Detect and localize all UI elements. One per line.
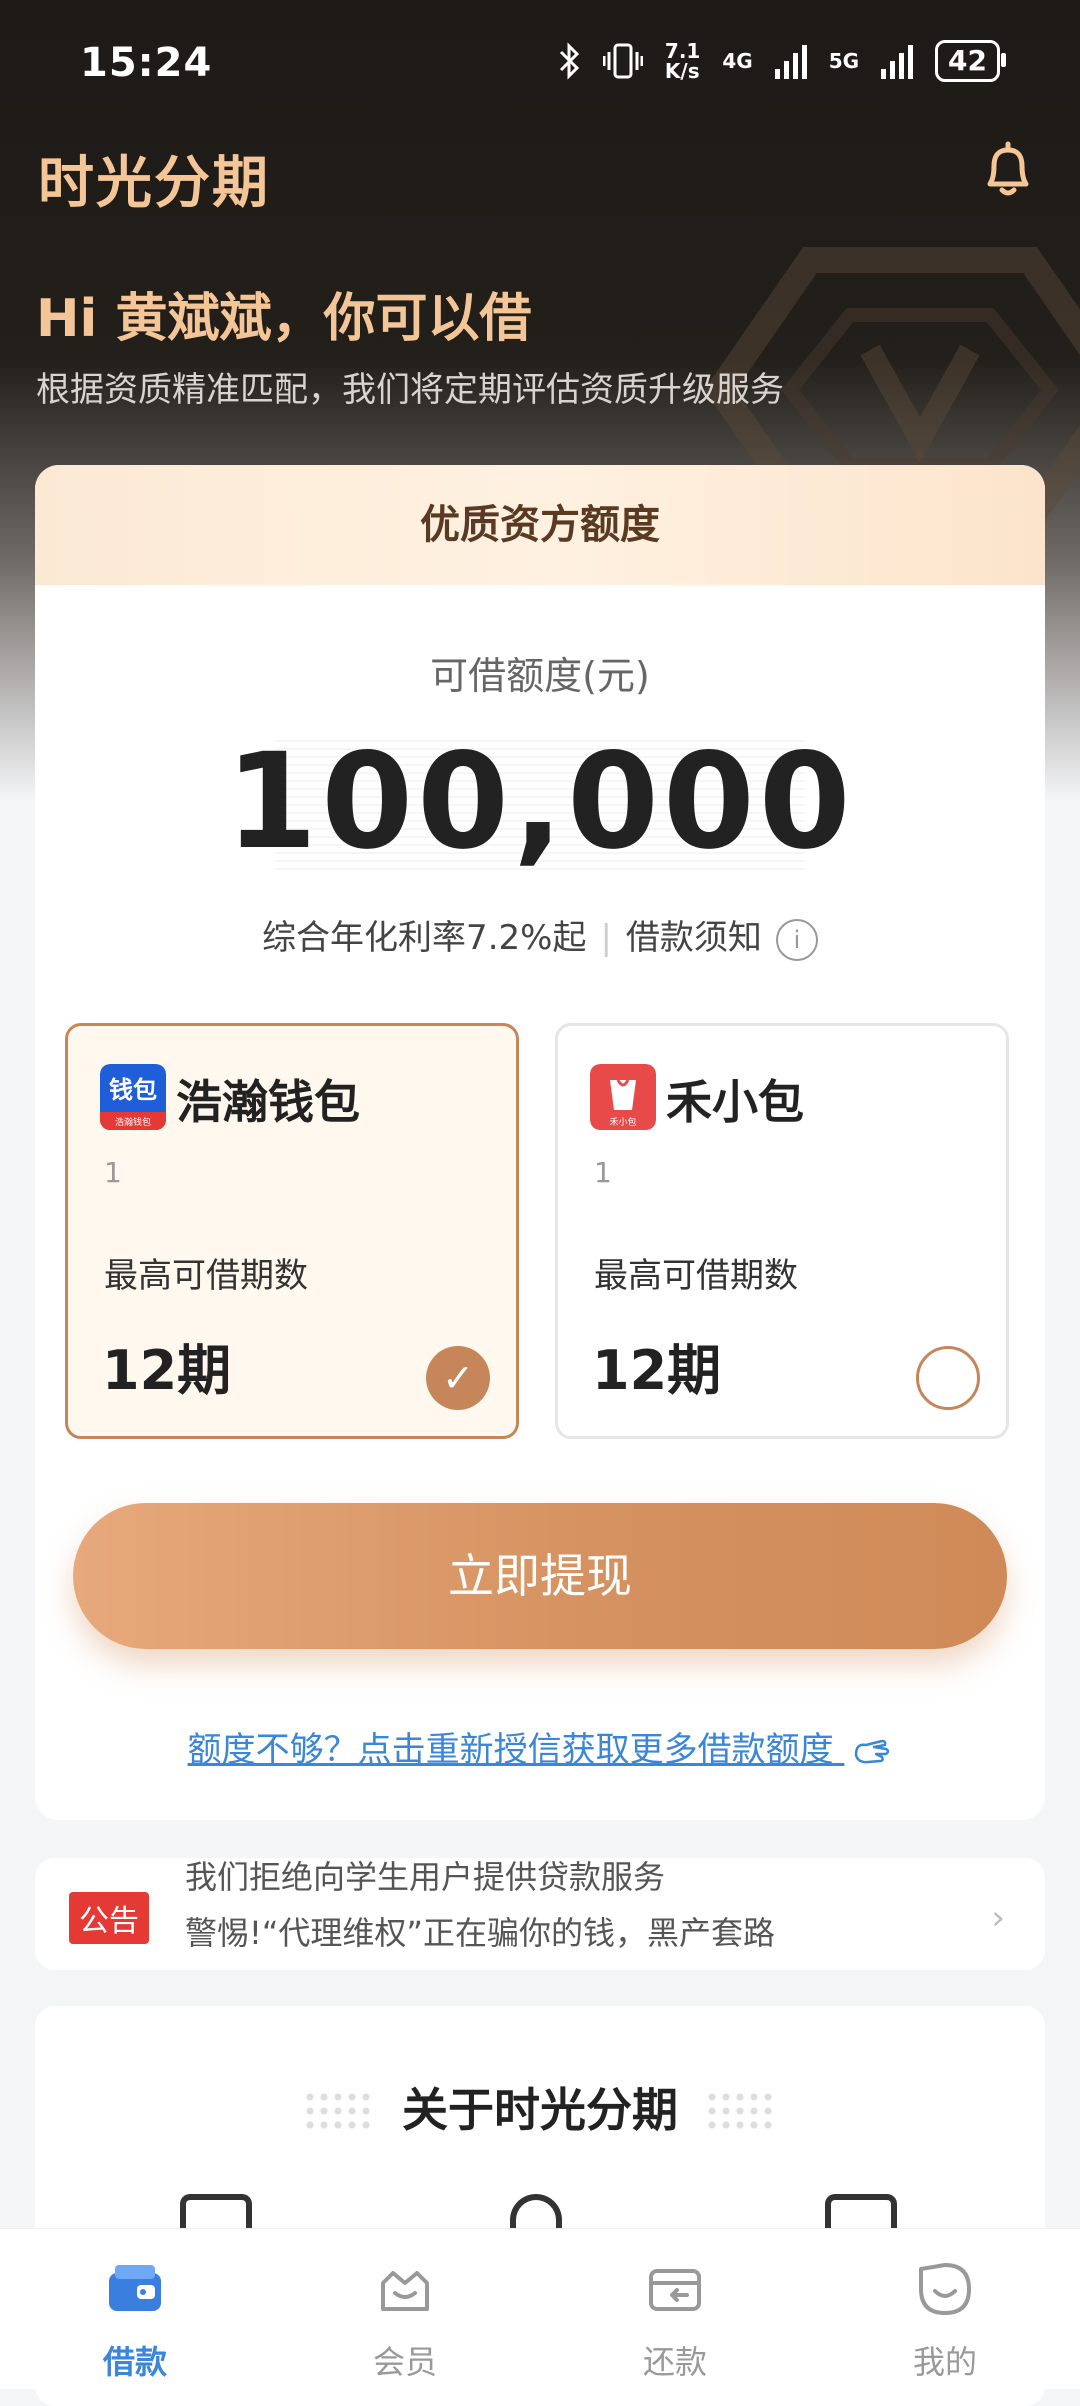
tab-repay[interactable]: 还款 xyxy=(540,2229,810,2389)
announcement-line-1: 我们拒绝向学生用户提供贷款服务 xyxy=(185,1858,666,1896)
bell-icon[interactable] xyxy=(980,140,1036,200)
lender-name: 禾小包 xyxy=(666,1075,804,1129)
network-speed: 7.1 K/s xyxy=(664,39,701,83)
rate-text: 综合年化利率7.2%起 xyxy=(262,918,587,958)
battery-icon: 42 xyxy=(935,40,1006,82)
network-4g-label: 4G xyxy=(722,49,753,73)
hexiaobao-logo-caption: 禾小包 xyxy=(609,1116,636,1128)
bottom-tab-bar: 借款 会员 还款 我的 xyxy=(0,2228,1080,2389)
lender-option-haohan[interactable]: 钱包 浩瀚钱包 浩瀚钱包 1 最高可借期数 12期 ✓ xyxy=(65,1023,519,1439)
announcement-tag: 公告 xyxy=(69,1892,149,1944)
announcement-line-2: 警惕!“代理维权”正在骗你的钱，黑产套路 xyxy=(185,1914,775,1952)
selected-check-icon[interactable]: ✓ xyxy=(426,1346,490,1410)
app-title: 时光分期 xyxy=(38,151,270,216)
tab-label: 我的 xyxy=(912,2343,977,2381)
max-period-label: 最高可借期数 xyxy=(104,1256,308,1296)
greeting-subtitle: 根据资质精准匹配，我们将定期评估资质升级服务 xyxy=(36,370,784,410)
network-5g-label: 5G xyxy=(828,49,860,73)
loan-notice-link[interactable]: 借款须知 xyxy=(626,918,762,958)
lender-name: 浩瀚钱包 xyxy=(176,1075,360,1129)
withdraw-button[interactable]: 立即提现 xyxy=(73,1503,1007,1649)
tab-mine[interactable]: 我的 xyxy=(810,2229,1080,2389)
haohan-logo-caption: 浩瀚钱包 xyxy=(115,1116,151,1128)
tab-label: 还款 xyxy=(642,2343,707,2381)
limit-label: 可借额度(元) xyxy=(430,654,650,698)
about-title: 关于时光分期 xyxy=(402,2083,678,2137)
limit-amount: 100,000 xyxy=(225,725,855,879)
haohan-logo-text: 钱包 xyxy=(109,1076,157,1104)
signal-4g-icon xyxy=(774,43,807,79)
max-period-label: 最高可借期数 xyxy=(594,1256,798,1296)
smile-icon xyxy=(919,2263,971,2315)
crown-bag-icon xyxy=(381,2271,429,2311)
reapply-credit-text[interactable]: 额度不够？点击重新授信获取更多借款额度 xyxy=(188,1730,834,1770)
max-period-value: 12期 xyxy=(102,1339,232,1402)
wallet-icon xyxy=(109,2265,161,2311)
announcement-bar[interactable]: 公告 我们拒绝向学生用户提供贷款服务 警惕!“代理维权”正在骗你的钱，黑产套路 … xyxy=(35,1858,1045,1970)
rate-row: 综合年化利率7.2%起 | 借款须知 i xyxy=(35,910,1045,961)
status-time: 15:24 xyxy=(80,40,213,86)
greeting-title: Hi 黄斌斌，你可以借 xyxy=(36,289,532,349)
card-icon xyxy=(649,2269,701,2311)
tab-loan[interactable]: 借款 xyxy=(0,2229,270,2389)
reapply-credit-link[interactable]: 额度不够？点击重新授信获取更多借款额度 xyxy=(35,1722,1045,1771)
card-heading: 优质资方额度 xyxy=(35,465,1045,585)
status-icons: 7.1 K/s 4G 5G 42 xyxy=(557,39,1006,83)
tab-member[interactable]: 会员 xyxy=(270,2229,540,2389)
info-icon[interactable]: i xyxy=(775,918,818,961)
hexiaobao-logo: 禾小包 xyxy=(590,1064,656,1130)
haohan-wallet-logo: 钱包 浩瀚钱包 xyxy=(100,1064,166,1130)
max-period-value: 12期 xyxy=(592,1339,722,1402)
chevron-right-icon: › xyxy=(991,1898,1005,1938)
loan-card: 优质资方额度 可借额度(元) 100,000 综合年化利率7.2%起 | 借款须知 i… xyxy=(35,465,1045,1820)
pointing-hand-icon xyxy=(855,1739,890,1763)
vibrate-icon xyxy=(602,43,643,79)
lender-option-hexiaobao[interactable]: 禾小包 禾小包 1 最高可借期数 12期 xyxy=(555,1023,1009,1439)
unselected-radio-icon[interactable] xyxy=(916,1346,980,1410)
tab-label: 借款 xyxy=(102,2343,167,2381)
dots-decoration-right xyxy=(705,2090,775,2130)
signal-5g-icon xyxy=(881,43,914,79)
lender-sub: 1 xyxy=(104,1156,122,1189)
bluetooth-icon xyxy=(559,42,580,80)
lender-sub: 1 xyxy=(594,1156,612,1189)
tab-label: 会员 xyxy=(372,2343,437,2381)
status-bar: 15:24 7.1 K/s 4G 5G 42 xyxy=(0,0,1080,120)
lender-options: 钱包 浩瀚钱包 浩瀚钱包 1 最高可借期数 12期 ✓ 禾小包 禾小包 1 最高… xyxy=(65,1023,1015,1443)
rate-separator: | xyxy=(600,918,612,958)
